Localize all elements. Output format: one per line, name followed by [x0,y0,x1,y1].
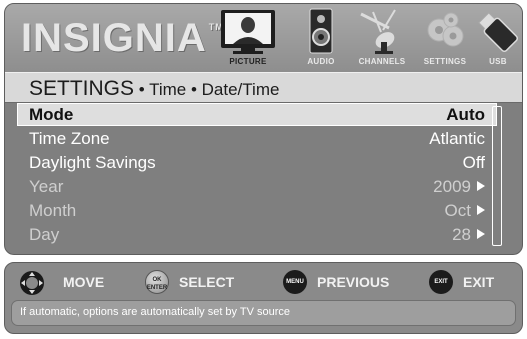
dpad-icon [20,271,44,295]
setting-label: Month [29,201,77,220]
setting-label: Day [29,225,60,244]
tab-usb-label: USB [489,57,507,66]
setting-value: Atlantic [429,129,485,148]
tab-picture-label: PICTURE [229,57,267,66]
setting-label: Time Zone [29,129,110,148]
speaker-icon [309,8,333,54]
hint-text: If automatic, options are automatically … [20,306,291,318]
tab-audio[interactable]: AUDIO [295,4,347,72]
move-label: MOVE [63,274,105,290]
breadcrumb-path: • Time • Date/Time [134,80,280,99]
setting-row-mode[interactable]: Mode Auto [17,103,497,126]
chevron-right-icon [477,205,485,215]
help-panel: MOVE OK ENTER SELECT MENU PREVIOUS EXIT E… [4,262,523,334]
chevron-right-icon [477,229,485,239]
tab-settings-label: SETTINGS [423,57,467,66]
tv-icon [221,10,275,54]
setting-label: Mode [29,105,74,124]
setting-row-month[interactable]: Month Oct [17,199,497,222]
setting-value: 2009 [433,177,471,196]
breadcrumb-title: SETTINGS [29,77,135,100]
exit-label: EXIT [463,274,495,290]
tab-settings[interactable]: SETTINGS [415,4,475,72]
setting-label: Year [29,177,64,196]
gears-icon [427,12,464,47]
exit-button-icon: EXIT [429,270,453,294]
tab-channels-label: CHANNELS [358,57,406,66]
usb-drive-icon [478,12,518,53]
setting-row-year[interactable]: Year 2009 [17,175,497,198]
select-label: SELECT [179,274,235,290]
page-title: SETTINGS • Time • Date/Time [29,77,279,101]
setting-value: Oct [444,201,471,220]
settings-menu-panel: INSIGNIA TM PICTURE AUDIO CHANNELS SETTI… [4,3,523,255]
setting-value-wrap: 28 [452,225,485,245]
brand-name: INSIGNIA [21,16,207,60]
brand-logo: INSIGNIA TM [21,16,224,61]
tab-picture[interactable]: PICTURE [217,4,279,72]
setting-value-wrap: Oct [445,201,485,221]
top-bar: INSIGNIA TM PICTURE AUDIO CHANNELS SETTI… [5,4,522,72]
setting-value: Off [462,153,485,172]
setting-row-time-zone[interactable]: Time Zone Atlantic [17,127,497,150]
setting-value-wrap: 2009 [433,177,485,197]
setting-row-day[interactable]: Day 28 [17,223,497,246]
satellite-dish-icon [360,9,396,54]
tab-audio-label: AUDIO [307,57,335,66]
tab-channels[interactable]: CHANNELS [351,4,413,72]
previous-label: PREVIOUS [317,274,390,290]
settings-list: Mode Auto Time Zone Atlantic Daylight Sa… [17,103,512,248]
chevron-right-icon [477,181,485,191]
setting-value: 28 [452,225,471,244]
setting-value: Auto [446,105,485,124]
hint-box: If automatic, options are automatically … [11,300,516,326]
tab-usb[interactable]: USB [475,4,521,72]
ok-enter-button-icon: OK ENTER [145,270,169,294]
setting-label: Daylight Savings [29,153,156,172]
scrollbar[interactable] [492,106,502,246]
breadcrumb: SETTINGS • Time • Date/Time [5,72,522,103]
setting-row-daylight-savings[interactable]: Daylight Savings Off [17,151,497,174]
menu-button-icon: MENU [283,270,307,294]
